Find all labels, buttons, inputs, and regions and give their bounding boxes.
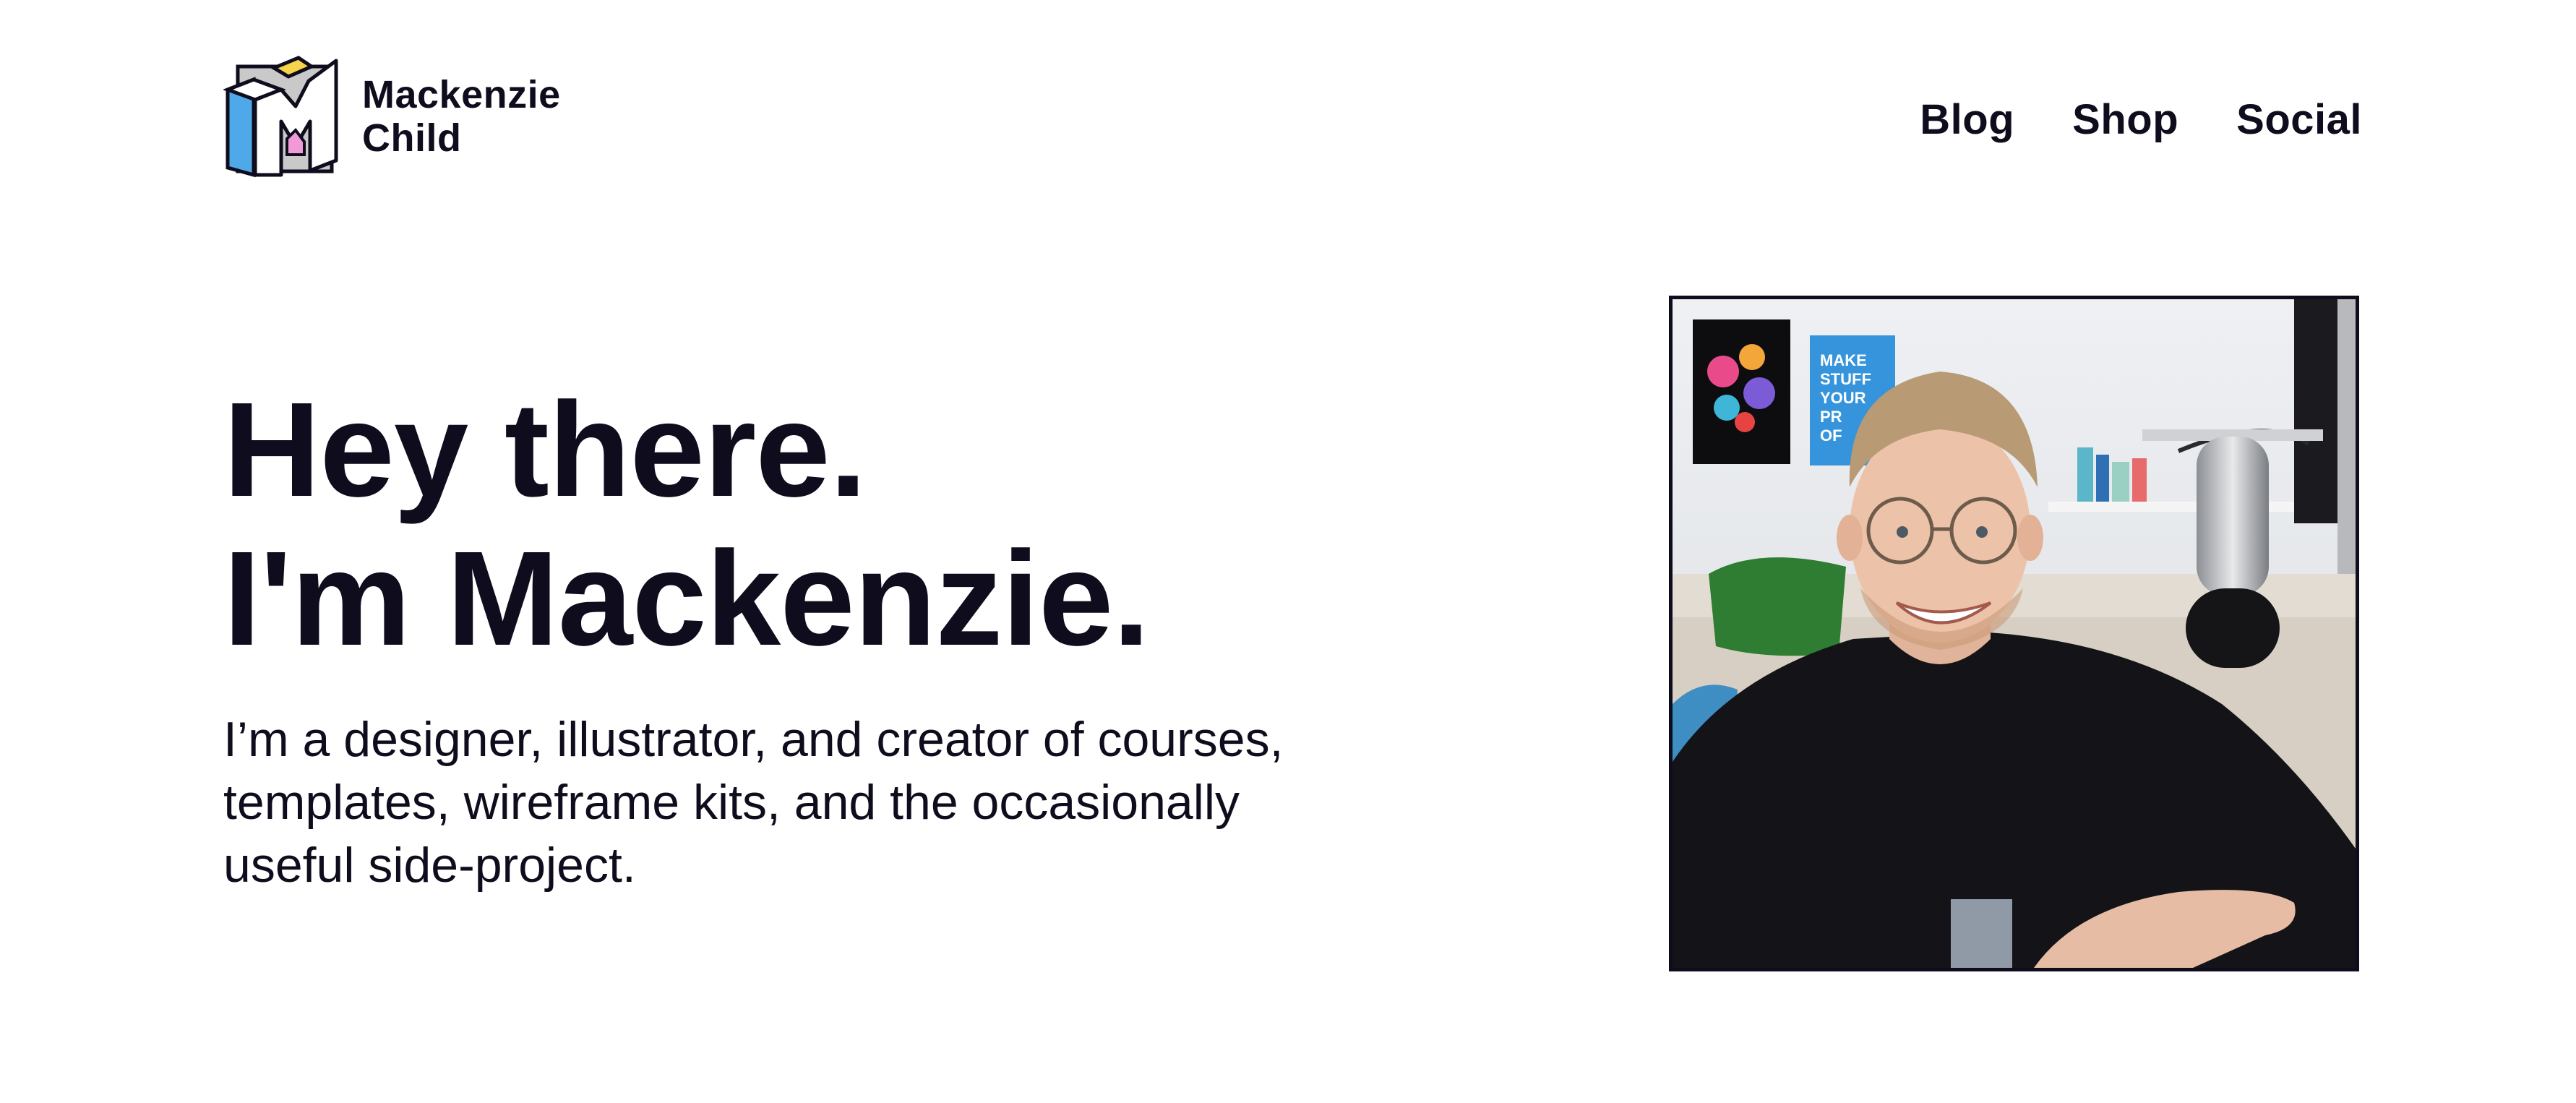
svg-text:OF: OF [1820,426,1842,445]
svg-text:MAKE: MAKE [1820,351,1867,369]
brand-name-line1: Mackenzie [362,73,561,116]
brand-name-line2: Child [362,116,462,160]
svg-text:PR: PR [1820,408,1842,426]
home-logo-link[interactable]: Mackenzie Child [223,52,561,181]
profile-photo-illustration: MAKE STUFF YOUR PR OF [1673,299,2356,968]
hero-heading-line2: I'm Mackenzie. [223,524,1150,674]
hero-heading-line1: Hey there. [223,375,867,525]
m-cube-logo-icon [223,56,338,178]
hero-heading: Hey there. I'm Mackenzie. [223,375,1150,674]
main-nav: Blog Shop Social [1920,91,2362,149]
brand-name: Mackenzie Child [362,73,561,160]
hero-intro-text: I’m a designer, illustrator, and creator… [223,712,1284,893]
svg-text:YOUR: YOUR [1820,389,1866,407]
nav-link-social[interactable]: Social [2236,91,2362,149]
nav-link-shop[interactable]: Shop [2072,91,2178,149]
nav-link-blog[interactable]: Blog [1920,91,2014,149]
profile-photo: MAKE STUFF YOUR PR OF [1669,296,2359,971]
svg-text:STUFF: STUFF [1820,370,1871,388]
